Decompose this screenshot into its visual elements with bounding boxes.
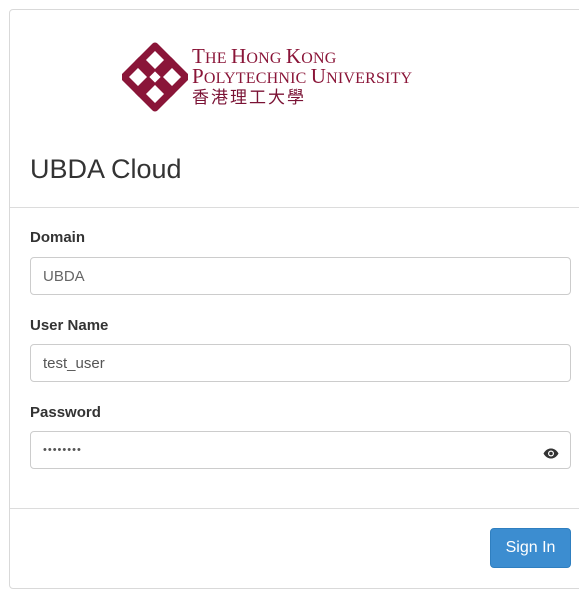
password-label: Password: [30, 404, 101, 421]
password-field[interactable]: ••••••••: [30, 431, 571, 469]
university-name-en-line2: POLYTECHNIC UNIVERSITY: [192, 64, 413, 88]
polyu-logo-icon: [122, 42, 188, 112]
domain-field[interactable]: [30, 257, 571, 295]
username-field[interactable]: [30, 344, 571, 382]
show-password-button[interactable]: [540, 442, 562, 464]
domain-label: Domain: [30, 229, 86, 246]
university-name-en-line1: THE HONG KONG: [192, 44, 337, 68]
university-name: THE HONG KONG POLYTECHNIC UNIVERSITY 香港理…: [192, 44, 413, 107]
footer-divider: [10, 508, 579, 509]
university-name-zh: 香港理工大學: [192, 88, 306, 107]
username-label: User Name: [30, 317, 109, 334]
eye-icon: [543, 448, 559, 458]
password-mask: ••••••••: [43, 444, 82, 456]
university-logo: THE HONG KONG POLYTECHNIC UNIVERSITY 香港理…: [10, 42, 579, 122]
page-title: UBDA Cloud: [30, 154, 182, 184]
login-card: THE HONG KONG POLYTECHNIC UNIVERSITY 香港理…: [9, 9, 579, 589]
sign-in-button[interactable]: Sign In: [490, 528, 571, 568]
header-divider: [10, 207, 579, 208]
